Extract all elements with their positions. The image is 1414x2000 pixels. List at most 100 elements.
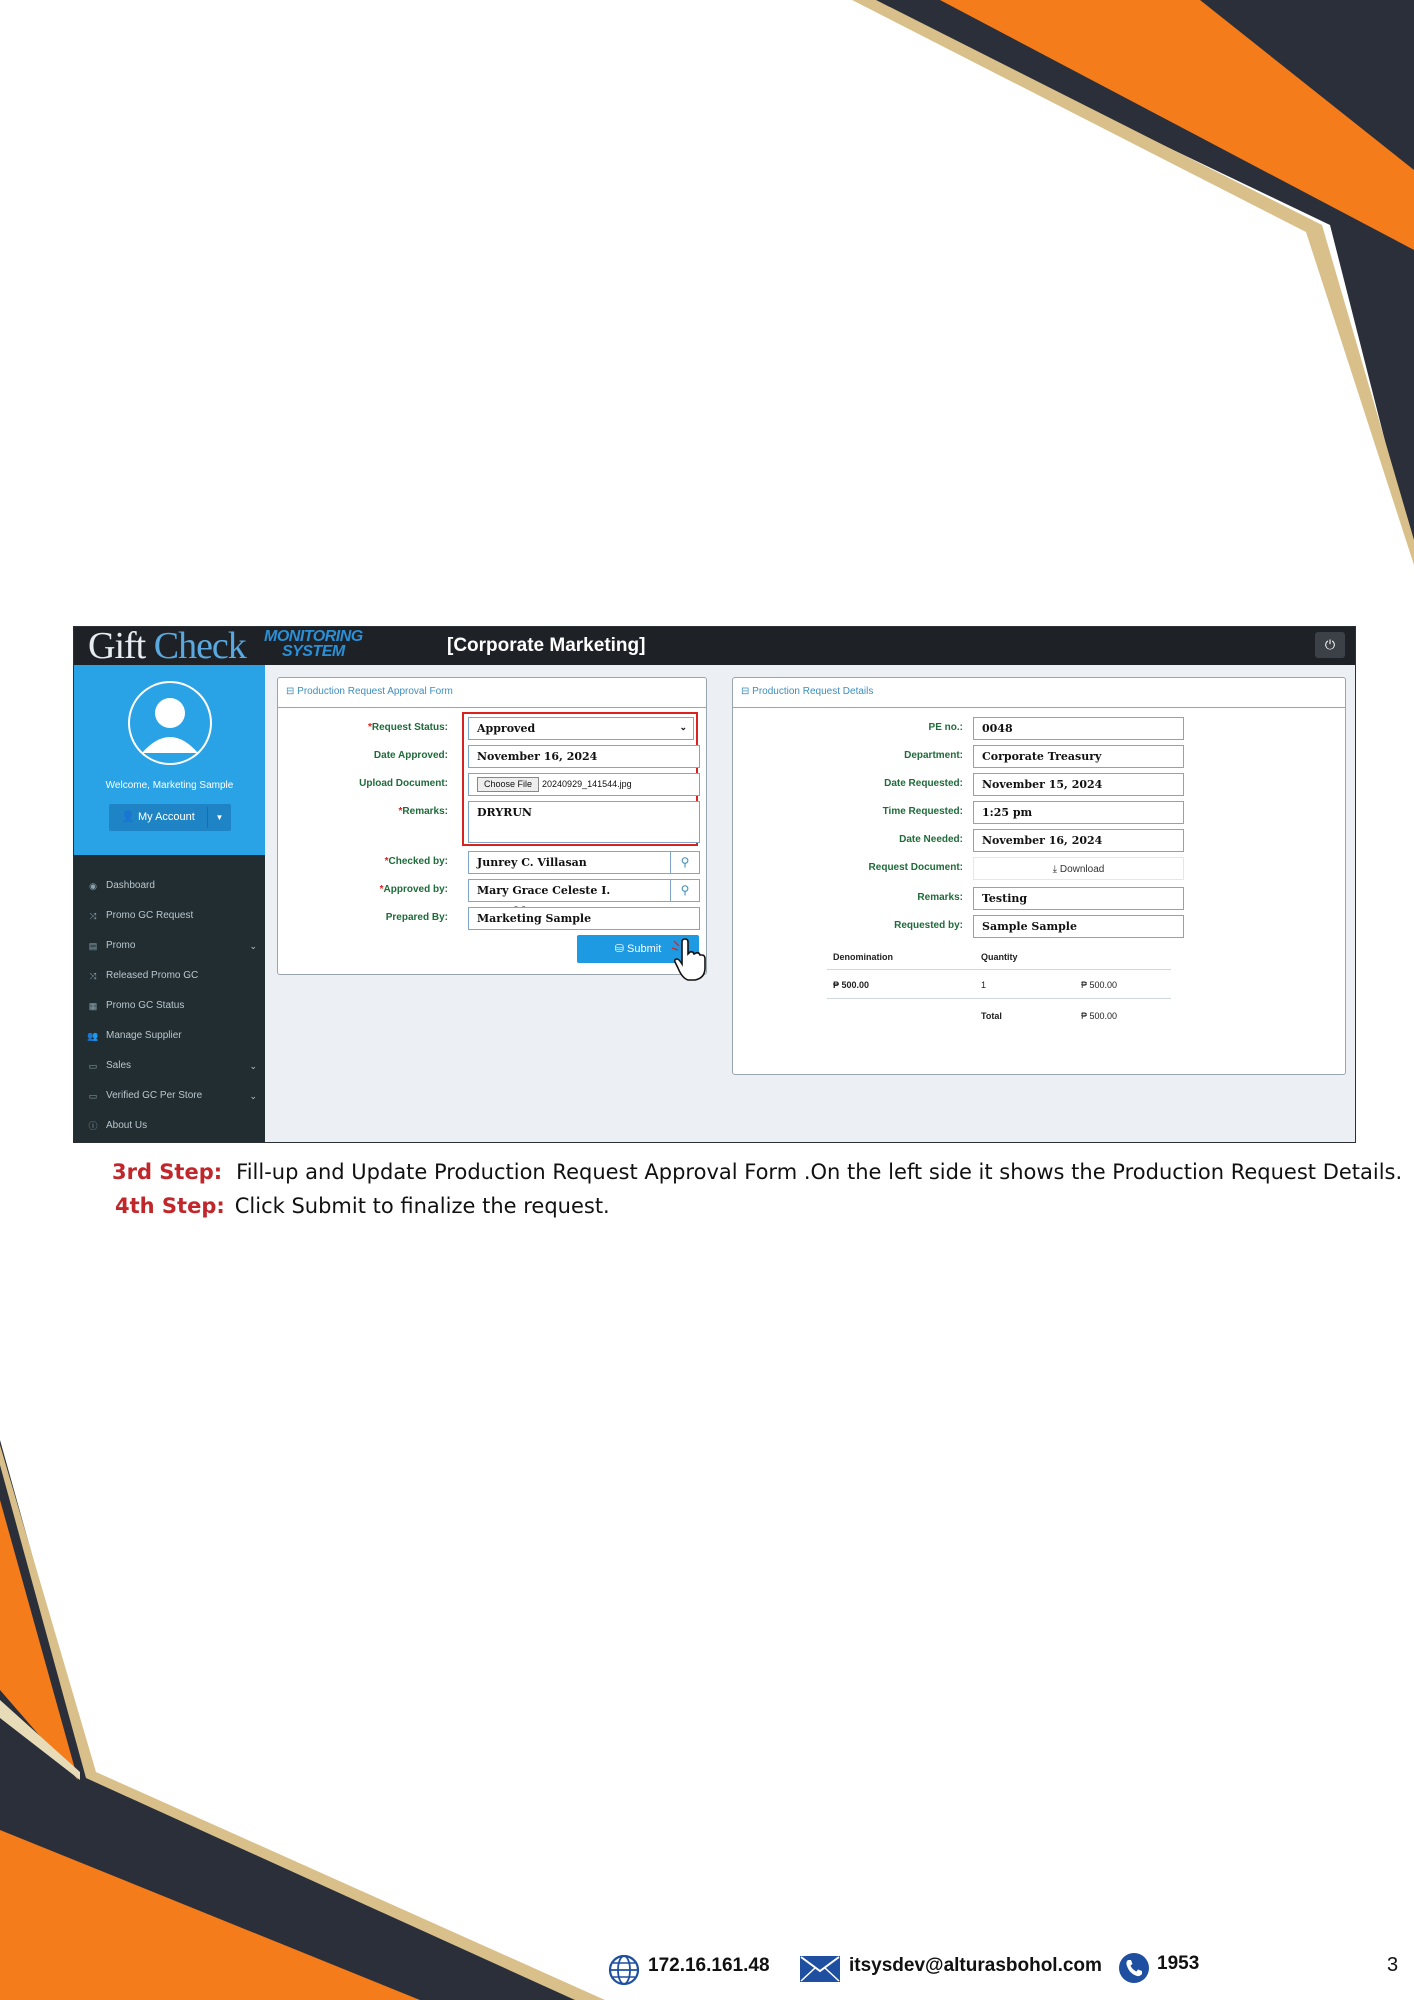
table-total-label: Total: [981, 1011, 1002, 1021]
download-button[interactable]: ⤓ Download: [973, 857, 1184, 880]
top-navbar: Gift Check MONITORING SYSTEM [Corporate M…: [74, 627, 1355, 665]
remarks-details-field: Testing: [973, 887, 1184, 910]
checked-by-search-button[interactable]: ⚲: [670, 851, 700, 874]
table-total-value: ₱ 500.00: [1081, 1011, 1118, 1021]
chevron-down-icon: ⌄: [249, 1061, 257, 1071]
app-screenshot: Gift Check MONITORING SYSTEM [Corporate M…: [73, 626, 1356, 1143]
save-icon: ⛁: [614, 943, 628, 955]
sidebar-item-dashboard[interactable]: ◉ Dashboard: [74, 871, 265, 901]
approved-by-label: *Approved by:: [379, 884, 448, 895]
date-approved-label: Date Approved:: [373, 750, 448, 761]
search-icon: ⚲: [680, 883, 690, 897]
hand-cursor-icon: [671, 938, 706, 981]
download-icon: ⤓: [1052, 864, 1060, 875]
table-header-quantity: Quantity: [981, 952, 1018, 962]
power-icon: ⏻: [1324, 637, 1336, 652]
footer-ip: 172.16.161.48: [648, 1955, 770, 1976]
inbox-icon: ⊟: [741, 686, 753, 697]
date-requested-field: November 15, 2024: [973, 773, 1184, 796]
avatar: [128, 681, 212, 765]
time-requested-label: Time Requested:: [882, 806, 963, 817]
requested-by-label: Requested by:: [894, 920, 963, 931]
sidebar-item-promo-gc-status[interactable]: ▦ Promo GC Status: [74, 991, 265, 1021]
upload-document-field[interactable]: Choose File 20240929_141544.jpg: [468, 773, 700, 796]
remarks-textarea[interactable]: DRYRUN: [468, 801, 700, 843]
my-account-button[interactable]: 👤 My Account ▼: [109, 804, 231, 831]
department-label: Department:: [904, 750, 963, 761]
footer-email: itsysdev@alturasbohol.com: [849, 1955, 1102, 1976]
sidebar-item-about-us[interactable]: ⓘ About Us: [74, 1111, 265, 1141]
sidebar-menu: ◉ Dashboard ⤨ Promo GC Request ▤ Promo ⌄ ⤨ Re…: [74, 871, 265, 1141]
table-header-denomination: Denomination: [833, 952, 893, 962]
date-requested-label: Date Requested:: [884, 778, 963, 789]
dashboard-icon: ◉: [89, 881, 97, 891]
envelope-icon: [800, 1956, 840, 1982]
requested-by-field: Sample Sample: [973, 915, 1184, 938]
pe-no-label: PE no.:: [928, 722, 963, 733]
welcome-text: Welcome, Marketing Sample: [105, 780, 234, 791]
caret-down-icon[interactable]: ▼: [208, 804, 231, 831]
shuffle-icon: ⤨: [89, 971, 97, 981]
sidebar-item-released-promo-gc[interactable]: ⤨ Released Promo GC: [74, 961, 265, 991]
details-panel: ⊟ Production Request Details PE no.: 004…: [732, 677, 1346, 1075]
table-cell-denomination: ₱ 500.00: [833, 980, 870, 990]
prepared-by-label: Prepared By:: [385, 912, 448, 923]
request-document-label: Request Document:: [868, 862, 963, 873]
pe-no-field: 0048: [973, 717, 1184, 740]
monitor-icon: ▭: [88, 1061, 98, 1071]
sidebar-item-promo[interactable]: ▤ Promo ⌄: [74, 931, 265, 961]
prepared-by-field[interactable]: Marketing Sample: [468, 907, 700, 930]
power-button[interactable]: ⏻: [1315, 632, 1345, 658]
step-3: 3rd Step: Fill-up and Update Production R…: [112, 1160, 1403, 1184]
page-number: 3: [1387, 1954, 1399, 1976]
user-panel: Welcome, Marketing Sample 👤 My Account ▼: [74, 665, 265, 855]
phone-icon: [1119, 1953, 1149, 1983]
info-icon: ⓘ: [88, 1121, 98, 1131]
checked-by-label: *Checked by:: [384, 856, 448, 867]
sidebar-item-promo-gc-request[interactable]: ⤨ Promo GC Request: [74, 901, 265, 931]
approval-form-title: ⊟ Production Request Approval Form: [286, 686, 453, 697]
inbox-icon: ⊟: [286, 686, 298, 697]
chevron-down-icon: ⌄: [249, 1091, 257, 1101]
globe-icon: [608, 1954, 640, 1986]
logo-subtitle: MONITORING SYSTEM: [264, 628, 363, 660]
date-needed-field: November 16, 2024: [973, 829, 1184, 852]
checked-by-field[interactable]: Junrey C. Villasan: [468, 851, 671, 874]
approved-by-field[interactable]: Mary Grace Celeste I. Bernaldez: [468, 879, 671, 918]
remarks-label: *Remarks:: [398, 806, 449, 817]
department-field: Corporate Treasury: [973, 745, 1184, 768]
approved-by-search-button[interactable]: ⚲: [670, 879, 700, 902]
table-cell-quantity: 1: [981, 980, 987, 990]
search-icon: ⚲: [680, 855, 690, 869]
approval-form-panel: ⊟ Production Request Approval Form *Requ…: [277, 677, 707, 981]
details-title: ⊟ Production Request Details: [741, 686, 874, 697]
chevron-down-icon: ⌄: [679, 723, 687, 733]
users-icon: 👥: [87, 1031, 99, 1041]
my-account-label: My Account: [137, 811, 195, 823]
sidebar: Welcome, Marketing Sample 👤 My Account ▼…: [74, 665, 265, 1142]
sidebar-item-verified-gc-per-store[interactable]: ▭ Verified GC Per Store ⌄: [74, 1081, 265, 1111]
date-needed-label: Date Needed:: [899, 834, 963, 845]
footer-phone: 1953: [1157, 1953, 1200, 1974]
sidebar-item-manage-supplier[interactable]: 👥 Manage Supplier: [74, 1021, 265, 1051]
choose-file-button[interactable]: Choose File: [477, 777, 540, 792]
monitor-icon: ▭: [88, 1091, 98, 1101]
table-cell-amount: ₱ 500.00: [1081, 980, 1118, 990]
user-small-icon: 👤: [121, 811, 138, 823]
step-4: 4th Step: Click Submit to finalize the re…: [115, 1194, 610, 1218]
shuffle-icon: ⤨: [89, 911, 97, 921]
request-status-select[interactable]: Approved ⌄: [468, 717, 694, 740]
sidebar-item-sales[interactable]: ▭ Sales ⌄: [74, 1051, 265, 1081]
time-requested-field: 1:25 pm: [973, 801, 1184, 824]
grid-icon: ▦: [88, 1001, 98, 1011]
upload-document-label: Upload Document:: [359, 778, 448, 789]
logo: Gift Check: [88, 626, 247, 667]
chevron-down-icon: ⌄: [249, 941, 257, 951]
request-status-label: *Request Status:: [367, 722, 448, 733]
remarks-details-label: Remarks:: [917, 892, 963, 903]
file-name: 20240929_141544.jpg: [542, 779, 632, 789]
user-icon: [130, 683, 210, 763]
table-icon: ▤: [88, 941, 98, 951]
date-approved-field[interactable]: November 16, 2024: [468, 745, 700, 768]
page-title: [Corporate Marketing]: [447, 635, 646, 656]
